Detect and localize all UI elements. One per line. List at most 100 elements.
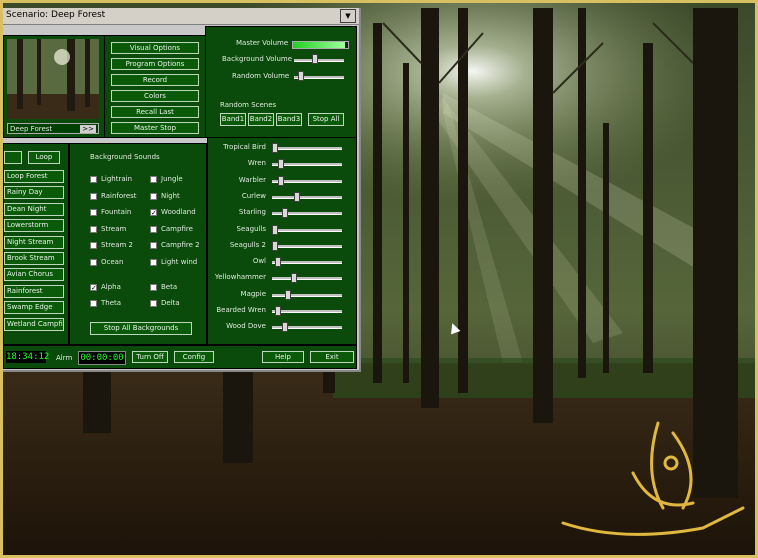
background-sound-label: Light wind: [161, 257, 198, 266]
dropdown-button[interactable]: ▼: [340, 9, 356, 23]
background-checkbox[interactable]: [150, 242, 157, 249]
bird-label: Yellowhammer: [214, 273, 266, 282]
bird-slider-track[interactable]: [272, 147, 342, 150]
scene-button[interactable]: Wetland Campfire: [4, 317, 64, 331]
scene-prev-button[interactable]: [4, 151, 22, 164]
bird-label: Bearded Wren: [216, 306, 266, 314]
master-stop-button[interactable]: Master Stop: [111, 122, 199, 134]
background-checkbox[interactable]: [90, 225, 97, 233]
bird-slider-knob[interactable]: [278, 159, 285, 170]
background-checkbox[interactable]: [90, 300, 97, 307]
bird-label: Wood Dove: [226, 322, 266, 331]
background-sound-label: Campfire: [161, 224, 193, 233]
band1-button[interactable]: Band1: [220, 113, 246, 126]
scenario-name: Deep Forest: [10, 125, 53, 133]
bird-slider-knob[interactable]: [281, 208, 288, 219]
scene-button[interactable]: Loop Forest: [4, 170, 64, 183]
random-volume-slider[interactable]: [298, 71, 305, 81]
bird-slider-knob[interactable]: [275, 306, 282, 316]
bird-label: Seagulls 2: [229, 240, 266, 249]
background-checkbox[interactable]: [90, 258, 97, 266]
triangle-down-icon: ▼: [345, 12, 351, 20]
record-button[interactable]: Record: [111, 74, 199, 86]
bird-slider-knob[interactable]: [272, 143, 278, 153]
scene-button[interactable]: Rainforest: [4, 284, 64, 298]
bird-slider-track[interactable]: [272, 228, 342, 232]
bird-slider-track[interactable]: [272, 244, 342, 248]
bird-sounds-group: Tropical Bird Wren Warbler Curlew Starling Se…: [207, 137, 357, 345]
bird-slider-track[interactable]: [272, 261, 342, 265]
scene-button[interactable]: Brook Stream: [4, 252, 64, 265]
bird-slider-knob[interactable]: [281, 322, 288, 333]
master-volume-meter: [292, 41, 349, 49]
background-sound-label: Beta: [161, 283, 178, 291]
stop-all-backgrounds-button[interactable]: Stop All Backgrounds: [90, 322, 192, 335]
background-checkbox[interactable]: ✓: [150, 209, 157, 217]
bird-slider-knob[interactable]: [284, 289, 291, 300]
bird-slider-knob[interactable]: [294, 191, 301, 202]
scenario-select-arrow[interactable]: >>: [80, 125, 96, 133]
bird-slider-knob[interactable]: [291, 273, 298, 284]
background-sound-label: Ocean: [101, 257, 124, 266]
alarm-time-display[interactable]: 00:00:00: [78, 351, 126, 365]
scene-button[interactable]: Lowerstorm: [4, 219, 64, 233]
bird-slider-track[interactable]: [272, 293, 342, 297]
visual-options-button[interactable]: Visual Options: [111, 42, 199, 54]
background-checkbox[interactable]: [90, 242, 97, 249]
colors-button[interactable]: Colors: [111, 90, 199, 102]
background-checkbox[interactable]: [90, 209, 97, 216]
background-checkbox[interactable]: [150, 258, 157, 266]
bird-label: Tropical Bird: [223, 143, 266, 151]
main-buttons-group: Visual Options Program Options Record Co…: [104, 35, 206, 138]
loop-button[interactable]: Loop: [28, 151, 60, 164]
background-sounds-group: Background Sounds Lightrain Jungle Rainfor…: [69, 143, 207, 345]
config-button[interactable]: Config: [174, 351, 214, 363]
background-checkbox[interactable]: [90, 192, 97, 200]
random-volume-label: Random Volume: [232, 72, 290, 80]
bird-slider-knob[interactable]: [278, 175, 285, 186]
scene-button[interactable]: Dean Night: [4, 202, 64, 216]
scene-button[interactable]: Night Stream: [4, 235, 64, 249]
background-sound-label: Fountain: [101, 208, 132, 216]
background-volume-slider[interactable]: [311, 54, 318, 64]
stop-all-scenes-button[interactable]: Stop All: [308, 113, 344, 126]
window-title: Scenario: Deep Forest: [6, 10, 106, 20]
bird-slider-knob[interactable]: [272, 240, 278, 251]
bird-slider-knob[interactable]: [275, 257, 282, 268]
background-checkbox[interactable]: [150, 284, 157, 291]
scenario-select[interactable]: Deep Forest >>: [7, 123, 99, 134]
background-checkbox[interactable]: [150, 300, 157, 307]
background-checkbox[interactable]: [90, 176, 97, 183]
turn-off-button[interactable]: Turn Off: [132, 351, 168, 363]
band2-button[interactable]: Band2: [248, 113, 274, 126]
scene-button[interactable]: Rainy Day: [4, 186, 64, 200]
alarm-label: Alrm: [56, 354, 73, 362]
master-volume-label: Master Volume: [236, 39, 289, 47]
background-sounds-label: Background Sounds: [90, 153, 160, 161]
help-button[interactable]: Help: [262, 351, 304, 363]
nature-sounds-panel: Scenario: Deep Forest ▼ Deep Forest >> V…: [3, 8, 361, 372]
background-sound-label: Jungle: [161, 175, 183, 183]
background-checkbox[interactable]: ✓: [90, 284, 97, 292]
bird-slider-knob[interactable]: [272, 224, 278, 235]
background-sound-label: Campfire 2: [161, 241, 200, 249]
scene-button[interactable]: Swamp Edge: [4, 301, 64, 315]
recall-last-button[interactable]: Recall Last: [111, 106, 199, 118]
background-checkbox[interactable]: [150, 176, 157, 183]
exit-button[interactable]: Exit: [310, 351, 354, 363]
scene-button[interactable]: Avian Chorus: [4, 268, 64, 282]
bird-slider-track[interactable]: [272, 277, 342, 281]
background-sound-label: Night: [161, 191, 180, 200]
bird-slider-track[interactable]: [272, 195, 342, 199]
program-options-button[interactable]: Program Options: [111, 58, 199, 70]
random-scenes-label: Random Scenes: [220, 101, 277, 109]
bird-slider-track[interactable]: [272, 310, 342, 313]
background-checkbox[interactable]: [150, 192, 157, 200]
band3-button[interactable]: Band3: [276, 113, 302, 126]
background-volume-track[interactable]: [294, 59, 344, 62]
background-checkbox[interactable]: [150, 225, 157, 233]
scene-list-group: Loop Loop Forest Rainy Day Dean Night Lower…: [3, 143, 69, 345]
background-sound-label: Rainforest: [101, 191, 137, 200]
bird-label: Starling: [238, 208, 266, 217]
background-sound-label: Stream: [101, 224, 127, 233]
